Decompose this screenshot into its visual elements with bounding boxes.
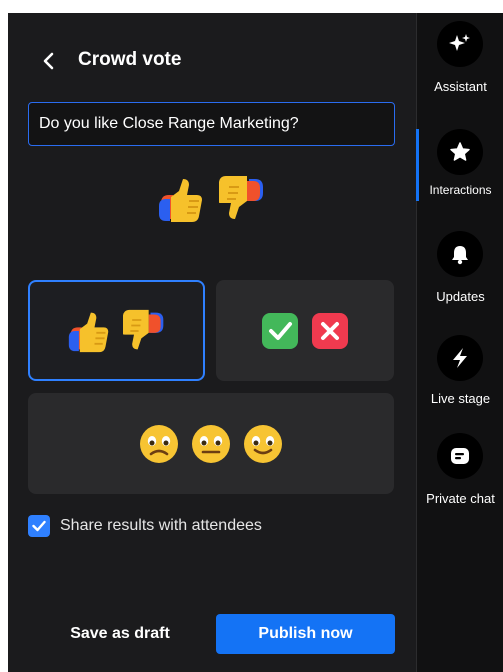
option-check-cross-card[interactable] — [216, 280, 394, 381]
crowd-vote-panel: Crowd vote Do you like Close Range Marke… — [8, 13, 416, 672]
rail-item-updates[interactable]: Updates — [417, 231, 503, 311]
panel-header: Crowd vote — [8, 13, 416, 101]
rail-label-private-chat: Private chat — [426, 491, 495, 506]
rail-item-assistant[interactable]: Assistant — [417, 21, 503, 101]
save-draft-button[interactable]: Save as draft — [56, 615, 184, 653]
check-mark-icon — [262, 312, 298, 349]
rail-item-live-stage[interactable]: Live stage — [417, 335, 503, 415]
option-thumbs-card[interactable] — [28, 280, 205, 381]
rail-label-interactions: Interactions — [429, 183, 492, 197]
rail-label-updates: Updates — [436, 289, 485, 304]
chevron-left-icon — [43, 52, 54, 70]
rail-label-assistant: Assistant — [434, 79, 487, 94]
chat-icon — [437, 433, 483, 479]
publish-button[interactable]: Publish now — [216, 614, 395, 654]
star-icon — [437, 129, 483, 175]
share-results-label: Share results with attendees — [60, 517, 262, 534]
right-sidebar: Assistant Interactions Updates Live stag… — [416, 13, 503, 672]
frowning-face-icon — [140, 424, 178, 463]
smiling-face-icon — [244, 424, 282, 463]
question-input[interactable] — [28, 102, 395, 146]
thumbs-up-icon — [67, 307, 111, 355]
back-button[interactable] — [38, 49, 60, 73]
rail-label-live-stage: Live stage — [430, 391, 491, 406]
cross-mark-icon — [312, 312, 348, 349]
thumbs-down-icon — [219, 173, 267, 225]
thumbs-up-icon — [157, 173, 205, 225]
option-faces-card[interactable] — [28, 393, 394, 494]
page-title: Crowd vote — [78, 49, 182, 70]
sparkle-icon — [437, 21, 483, 67]
check-icon — [32, 520, 46, 532]
top-strip — [0, 0, 503, 13]
bolt-icon — [437, 335, 483, 381]
bell-icon — [437, 231, 483, 277]
thumbs-down-icon — [123, 307, 167, 355]
rail-item-private-chat[interactable]: Private chat — [417, 433, 503, 513]
rail-item-interactions[interactable]: Interactions — [417, 129, 503, 209]
emoji-preview — [8, 173, 416, 231]
share-results-checkbox[interactable] — [28, 515, 50, 537]
share-results-row: Share results with attendees — [28, 514, 262, 538]
neutral-face-icon — [192, 424, 230, 463]
